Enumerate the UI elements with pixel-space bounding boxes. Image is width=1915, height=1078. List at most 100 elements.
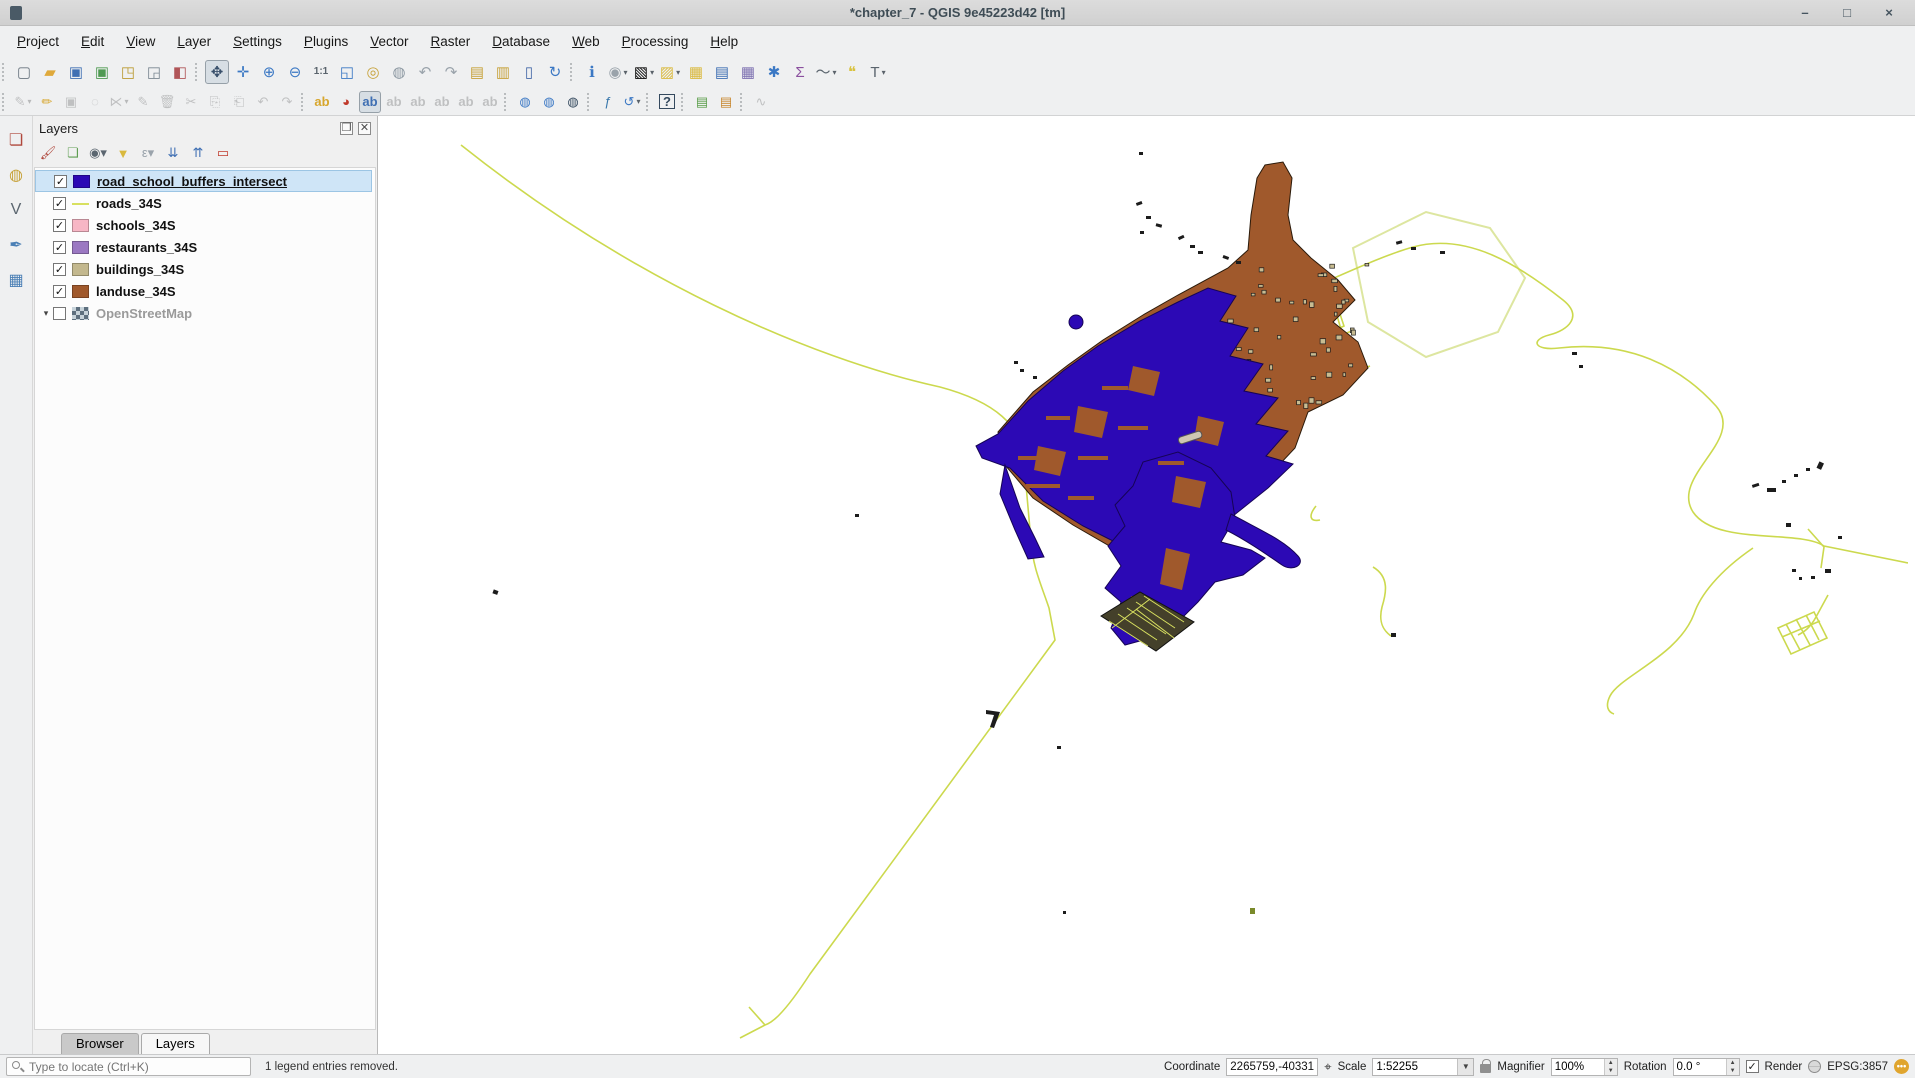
run-feature-action-button[interactable]: ◉▾ (606, 60, 630, 84)
select-by-value-button[interactable]: ▦ (684, 60, 708, 84)
redo-button[interactable]: ↷ (276, 91, 298, 113)
add-wms-layer-button[interactable]: ◍ (4, 163, 28, 187)
menu-layer[interactable]: Layer (166, 30, 222, 53)
quickmapservices-button[interactable]: ▤ (691, 91, 713, 113)
new-project-button[interactable]: ▢ (12, 60, 36, 84)
zoom-full-button[interactable]: ◱ (335, 60, 359, 84)
zoom-in-button[interactable]: ⊕ (257, 60, 281, 84)
osm-place-search-button[interactable]: ◍ (562, 91, 584, 113)
pin-unpin-labels-button[interactable]: ab (359, 91, 381, 113)
spin-down-icon[interactable]: ▼ (1727, 1067, 1739, 1075)
layer-item-restaurants-34s[interactable]: ✓restaurants_34S (35, 236, 375, 258)
field-calculator-button[interactable]: ▦ (736, 60, 760, 84)
layer-item-roads-34s[interactable]: ✓roads_34S (35, 192, 375, 214)
style-manager-button[interactable]: ◧ (168, 60, 192, 84)
processing-toolbox-button[interactable]: ✱ (762, 60, 786, 84)
toolbar-handle[interactable] (570, 63, 577, 81)
highlight-pinned-labels-button[interactable]: ab (383, 91, 405, 113)
add-feature-button[interactable]: ◌ (84, 91, 106, 113)
messages-icon[interactable]: ••• (1894, 1059, 1909, 1074)
save-layer-edits-button[interactable]: ▣ (60, 91, 82, 113)
zoom-to-selection-button[interactable]: ◎ (361, 60, 385, 84)
show-layout-manager-button[interactable]: ◲ (142, 60, 166, 84)
scale-lock-icon[interactable] (1480, 1064, 1491, 1073)
filter-by-expression-button[interactable]: ε▾ (137, 143, 159, 163)
zoom-out-button[interactable]: ⊖ (283, 60, 307, 84)
toolbar-handle[interactable] (2, 63, 9, 81)
remove-layer-button[interactable]: ▭ (212, 143, 234, 163)
vertex-tool-button[interactable]: ⋉▾ (108, 91, 130, 113)
rotate-label-button[interactable]: ab (455, 91, 477, 113)
layer-item-openstreetmap[interactable]: ▾OpenStreetMap (35, 302, 375, 324)
layer-visibility-checkbox[interactable]: ✓ (53, 197, 66, 210)
layer-visibility-checkbox[interactable]: ✓ (53, 263, 66, 276)
move-label-button[interactable]: ab (431, 91, 453, 113)
zoom-last-button[interactable]: ↶ (413, 60, 437, 84)
dropdown-arrow-icon[interactable]: ▾ (624, 68, 628, 77)
new-3d-map-view-button[interactable]: ▥ (491, 60, 515, 84)
manage-map-themes-button[interactable]: ◉▾ (87, 143, 109, 163)
menu-processing[interactable]: Processing (611, 30, 700, 53)
map-tips-button[interactable]: ❝ (840, 60, 864, 84)
delete-selected-button[interactable]: 🗑 (156, 91, 178, 113)
copy-features-button[interactable]: ⎘ (204, 91, 226, 113)
tab-browser[interactable]: Browser (61, 1033, 139, 1054)
metasearch-add-button[interactable]: ◍ (514, 91, 536, 113)
profile-tool-button[interactable]: ∿ (750, 91, 772, 113)
menu-settings[interactable]: Settings (222, 30, 293, 53)
open-layer-styling-panel-button[interactable]: 🖌 (37, 143, 59, 163)
layer-visibility-checkbox[interactable]: ✓ (53, 241, 66, 254)
menu-help[interactable]: Help (699, 30, 749, 53)
zoom-to-layer-button[interactable]: ◍ (387, 60, 411, 84)
layer-item-schools-34s[interactable]: ✓schools_34S (35, 214, 375, 236)
close-button[interactable]: × (1881, 5, 1897, 20)
panel-close-button[interactable]: ✕ (358, 122, 371, 135)
spin-up-icon[interactable]: ▲ (1727, 1059, 1739, 1067)
measure-button[interactable]: 〜▾ (814, 60, 838, 84)
modify-attributes-button[interactable]: ✎ (132, 91, 154, 113)
dropdown-arrow-icon[interactable]: ▾ (636, 97, 640, 106)
show-spatial-bookmarks-button[interactable]: ▯ (517, 60, 541, 84)
spin-up-icon[interactable]: ▲ (1605, 1059, 1617, 1067)
toolbar-handle[interactable] (504, 93, 511, 111)
toolbar-handle[interactable] (740, 93, 747, 111)
dropdown-arrow-icon[interactable]: ▾ (882, 68, 886, 77)
toolbar-handle[interactable] (587, 93, 594, 111)
toolbar-handle[interactable] (2, 93, 9, 111)
dropdown-arrow-icon[interactable]: ▾ (833, 68, 837, 77)
new-map-view-button[interactable]: ▤ (465, 60, 489, 84)
collapse-all-button[interactable]: ⇈ (187, 143, 209, 163)
text-annotation-button[interactable]: T▾ (866, 60, 890, 84)
rotation-input[interactable] (1674, 1059, 1726, 1075)
panel-float-button[interactable]: ❐ (340, 122, 353, 135)
layer-labeling-options-button[interactable]: ab (311, 91, 333, 113)
change-label-properties-button[interactable]: ab (479, 91, 501, 113)
refresh-map-button[interactable]: ↻ (543, 60, 567, 84)
menu-vector[interactable]: Vector (359, 30, 419, 53)
new-geopackage-layer-button[interactable]: ✒ (4, 233, 28, 257)
rotation-spinbox[interactable]: ▲▼ (1673, 1058, 1740, 1076)
menu-edit[interactable]: Edit (70, 30, 115, 53)
undo-button[interactable]: ↶ (252, 91, 274, 113)
data-source-manager-button[interactable]: ❏ (4, 128, 28, 152)
statistics-panel-button[interactable]: Σ (788, 60, 812, 84)
open-attribute-table-button[interactable]: ▤ (710, 60, 734, 84)
new-virtual-layer-button[interactable]: ▦ (4, 268, 28, 292)
extent-toggle-icon[interactable]: ⌖ (1324, 1059, 1331, 1075)
toggle-editing-button[interactable]: ✏ (36, 91, 58, 113)
select-features-button[interactable]: ▧▾ (632, 60, 656, 84)
dropdown-arrow-icon[interactable]: ▾ (676, 68, 680, 77)
scale-combo[interactable]: ▼ (1372, 1058, 1474, 1076)
add-group-button[interactable]: ❏ (62, 143, 84, 163)
crs-status[interactable]: EPSG:3857 (1827, 1061, 1888, 1073)
filter-legend-button[interactable]: ▼ (112, 143, 134, 163)
layer-item-road-school-buffers-intersect[interactable]: ✓road_school_buffers_intersect (35, 170, 372, 192)
open-project-button[interactable]: ▰ (38, 60, 62, 84)
menu-database[interactable]: Database (481, 30, 561, 53)
map-canvas[interactable] (378, 116, 1915, 1054)
paste-features-button[interactable]: ⎗ (228, 91, 250, 113)
spin-down-icon[interactable]: ▼ (1605, 1067, 1617, 1075)
tab-layers[interactable]: Layers (141, 1033, 210, 1054)
menu-view[interactable]: View (115, 30, 166, 53)
menu-plugins[interactable]: Plugins (293, 30, 359, 53)
